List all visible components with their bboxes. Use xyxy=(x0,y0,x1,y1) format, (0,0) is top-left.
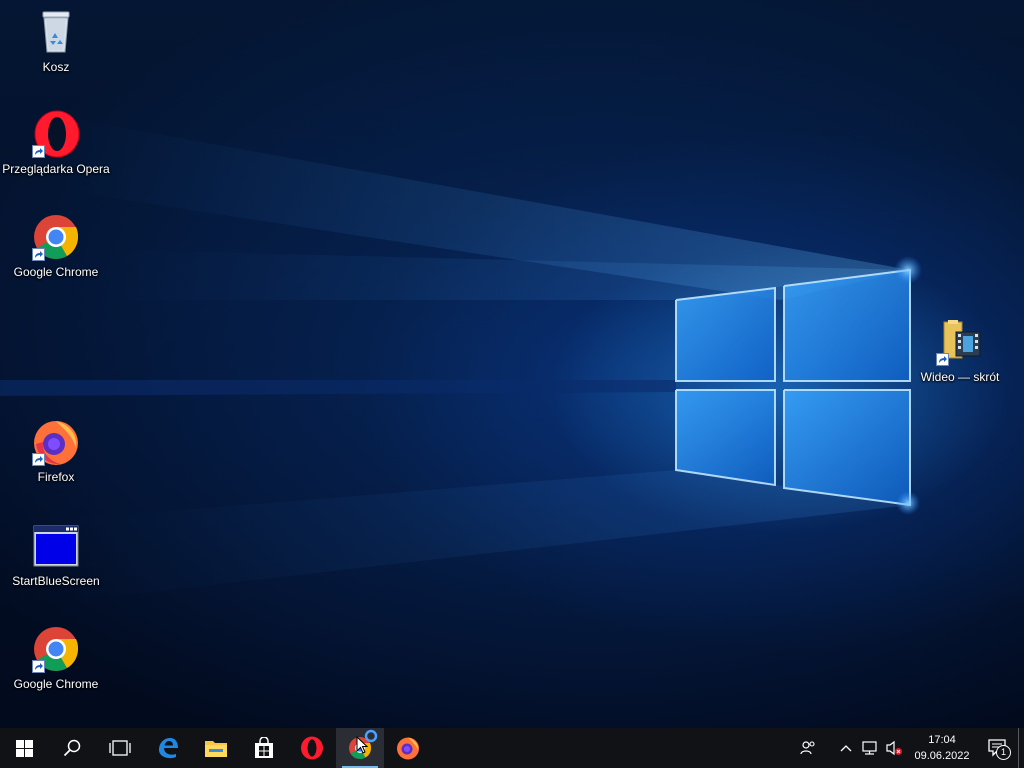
people-icon[interactable] xyxy=(796,728,820,768)
task-view-button[interactable] xyxy=(96,728,144,768)
store-button[interactable] xyxy=(240,728,288,768)
shortcut-arrow-icon xyxy=(32,453,45,466)
start-button[interactable] xyxy=(0,728,48,768)
taskbar: 17:04 09.06.2022 1 xyxy=(0,728,1024,768)
desktop-icon-chrome[interactable]: Google Chrome xyxy=(1,213,111,279)
notification-count-badge: 1 xyxy=(996,745,1011,760)
desktop-icon-label: Wideo — skrót xyxy=(920,370,1000,384)
shortcut-arrow-icon xyxy=(32,248,45,261)
shortcut-arrow-icon xyxy=(936,353,949,366)
search-button[interactable] xyxy=(48,728,96,768)
firefox-icon xyxy=(397,737,419,760)
chrome-icon xyxy=(32,625,80,673)
desktop-icon-label: StartBlueScreen xyxy=(12,574,100,588)
clock-date: 09.06.2022 xyxy=(914,750,970,762)
system-tray: 17:04 09.06.2022 1 xyxy=(796,728,1024,768)
chrome-icon xyxy=(32,213,80,261)
folder-icon xyxy=(205,741,227,757)
desktop-icon-label: Google Chrome xyxy=(13,265,99,279)
opera-button[interactable] xyxy=(288,728,336,768)
desktop-icon-opera[interactable]: Przeglądarka Opera xyxy=(1,110,111,176)
chevron-up-icon[interactable] xyxy=(834,728,858,768)
wallpaper xyxy=(0,120,922,600)
opera-icon xyxy=(32,110,80,158)
desktop[interactable]: Kosz Przeglądarka Opera Google Chrome Fi… xyxy=(0,0,1024,728)
desktop-icon-label: Firefox xyxy=(37,470,75,484)
search-icon xyxy=(63,739,81,757)
desktop-icon-chrome[interactable]: Google Chrome xyxy=(1,625,111,691)
recycle-bin-icon xyxy=(32,8,80,56)
mouse-cursor-icon xyxy=(356,736,368,754)
desktop-icon-wideo-shortcut[interactable]: Wideo — skrót xyxy=(905,318,1015,384)
desktop-icon-label: Przeglądarka Opera xyxy=(2,162,110,176)
desktop-icon-label: Kosz xyxy=(42,60,70,74)
network-icon[interactable] xyxy=(858,728,882,768)
clock-time: 17:04 xyxy=(928,734,956,746)
blue-window-icon xyxy=(32,522,80,570)
desktop-icon-recycle-bin[interactable]: Kosz xyxy=(1,8,111,74)
shortcut-arrow-icon xyxy=(32,660,45,673)
opera-icon xyxy=(301,736,323,760)
firefox-icon xyxy=(32,418,80,466)
desktop-icon-firefox[interactable]: Firefox xyxy=(1,418,111,484)
desktop-icon-startbluescreen[interactable]: StartBlueScreen xyxy=(1,522,111,588)
video-folder-icon xyxy=(936,318,984,366)
edge-icon xyxy=(159,738,178,759)
edge-button[interactable] xyxy=(144,728,192,768)
volume-muted-icon[interactable] xyxy=(882,728,906,768)
chrome-button[interactable] xyxy=(336,728,384,768)
file-explorer-button[interactable] xyxy=(192,728,240,768)
windows-logo-icon xyxy=(15,739,33,757)
shortcut-arrow-icon xyxy=(32,145,45,158)
action-center-button[interactable]: 1 xyxy=(978,728,1018,768)
store-icon xyxy=(255,737,273,758)
task-view-icon xyxy=(109,740,131,756)
clock[interactable]: 17:04 09.06.2022 xyxy=(906,732,978,764)
desktop-icon-label: Google Chrome xyxy=(13,677,99,691)
firefox-button[interactable] xyxy=(384,728,432,768)
show-desktop-button[interactable] xyxy=(1018,728,1024,768)
